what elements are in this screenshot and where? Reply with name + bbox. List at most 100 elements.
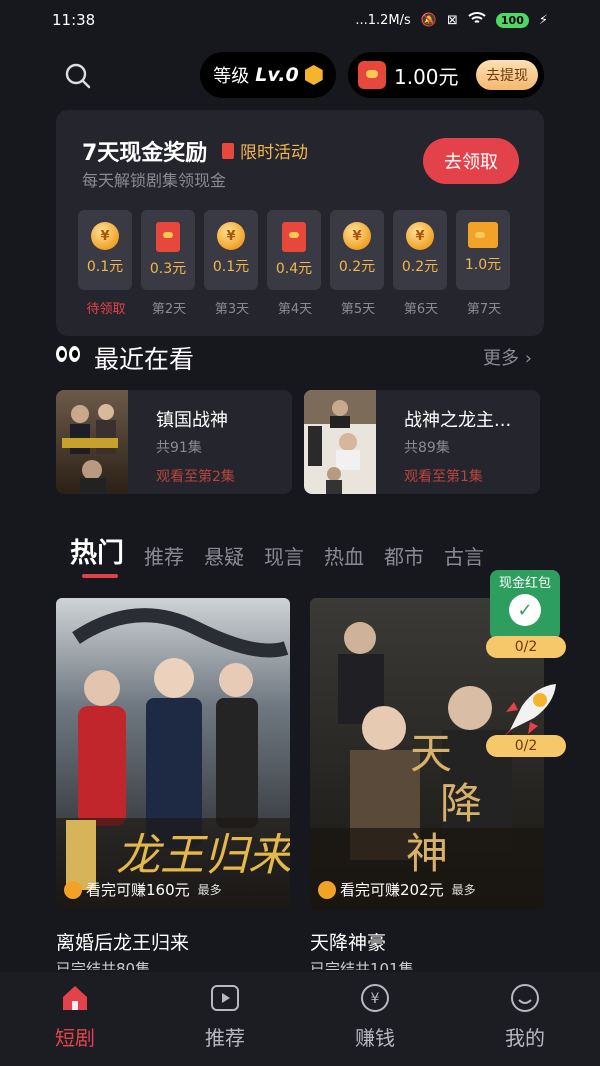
withdraw-button[interactable]: 去提现 bbox=[476, 60, 538, 90]
reward-day-5[interactable]: ¥0.2元 第5天 bbox=[330, 210, 386, 317]
bottom-nav: 短剧 推荐 ¥ 赚钱 我的 bbox=[0, 972, 600, 1066]
search-icon[interactable] bbox=[64, 62, 92, 90]
recent-item-progress: 观看至第1集 bbox=[404, 469, 483, 485]
claim-button[interactable]: 去领取 bbox=[423, 138, 519, 184]
coin-icon bbox=[318, 880, 336, 899]
video-card[interactable]: 龙王归来 看完可赚160元 最多 bbox=[56, 598, 290, 910]
cash-redpacket-label: 现金红包 bbox=[498, 576, 551, 591]
recent-item-name: 镇国战神 bbox=[156, 410, 228, 431]
coin-icon: ¥ bbox=[217, 222, 245, 250]
video-subtitle: 已完结共101集 bbox=[310, 960, 414, 970]
level-label: 等级 bbox=[213, 66, 250, 87]
reward-day-6[interactable]: ¥0.2元 第6天 bbox=[393, 210, 449, 317]
day-label: 第3天 bbox=[214, 302, 250, 317]
coin-icon: ¥ bbox=[406, 222, 434, 250]
day-label: 第7天 bbox=[466, 302, 502, 317]
video-title[interactable]: 天降神豪 bbox=[310, 928, 386, 955]
battery-indicator: 100 bbox=[495, 12, 529, 28]
nav-short-drama[interactable]: 短剧 bbox=[0, 972, 150, 1066]
earn-suffix: 最多 bbox=[197, 883, 222, 897]
status-bar: 11:38 ...1.2M/s 🔕 ⊠ 100 ⚡ bbox=[0, 0, 600, 40]
earn-suffix: 最多 bbox=[451, 883, 476, 897]
nav-label: 赚钱 bbox=[355, 1026, 395, 1050]
earn-badge: 看完可赚202元 最多 bbox=[318, 879, 476, 900]
red-envelope-icon bbox=[282, 222, 306, 252]
coin-icon: ¥ bbox=[91, 222, 119, 250]
day-amount: 0.3元 bbox=[149, 261, 187, 277]
video-title[interactable]: 离婚后龙王归来 bbox=[56, 928, 189, 955]
limited-tag: 限时活动 bbox=[222, 138, 308, 163]
day-label: 第5天 bbox=[340, 302, 376, 317]
earn-text: 看完可赚160元 bbox=[86, 881, 190, 899]
seven-day-reward-card: 7天现金奖励 限时活动 每天解锁剧集领现金 去领取 ¥0.1元 待领取 0.3元… bbox=[56, 110, 544, 336]
reward-day-1[interactable]: ¥0.1元 待领取 bbox=[78, 210, 134, 317]
gift-envelope-icon bbox=[468, 222, 498, 248]
sim-icon: ⊠ bbox=[446, 12, 458, 28]
reward-day-4[interactable]: 0.4元 第4天 bbox=[267, 210, 323, 317]
day-label: 第6天 bbox=[403, 302, 439, 317]
wechat-icon: ✓ bbox=[509, 594, 541, 626]
home-icon bbox=[63, 986, 87, 1010]
video-poster-image: 龙王归来 bbox=[56, 598, 290, 910]
coin-icon: ¥ bbox=[343, 222, 371, 250]
nav-label: 推荐 bbox=[205, 1026, 245, 1050]
day-label: 第4天 bbox=[277, 302, 313, 317]
red-envelope-icon bbox=[156, 222, 180, 252]
reward-days: ¥0.1元 待领取 0.3元 第2天 ¥0.1元 第3天 0.4元 第4天 ¥0… bbox=[78, 210, 528, 322]
cash-balance[interactable]: 1.00元 去提现 bbox=[348, 52, 544, 98]
reward-day-2[interactable]: 0.3元 第2天 bbox=[141, 210, 197, 317]
recent-item-name: 战神之龙主... bbox=[404, 410, 512, 431]
tab-modern-romance[interactable]: 现言 bbox=[264, 541, 304, 570]
tab-suspense[interactable]: 悬疑 bbox=[204, 541, 244, 570]
tab-urban[interactable]: 都市 bbox=[384, 541, 424, 570]
svg-text:天: 天 bbox=[410, 729, 452, 778]
reward-day-7[interactable]: 1.0元 第7天 bbox=[456, 210, 512, 317]
recent-item-episodes: 共89集 bbox=[404, 440, 450, 456]
video-subtitle: 已完结共80集 bbox=[56, 960, 151, 970]
rocket-progress: 0/2 bbox=[486, 735, 566, 757]
coin-icon bbox=[64, 880, 82, 899]
reward-title: 7天现金奖励 bbox=[82, 141, 208, 166]
reward-subtitle: 每天解锁剧集领现金 bbox=[82, 171, 227, 190]
svg-text:神: 神 bbox=[406, 829, 448, 878]
tab-action[interactable]: 热血 bbox=[324, 541, 364, 570]
day-amount: 0.2元 bbox=[401, 259, 439, 275]
nav-label: 短剧 bbox=[55, 1026, 95, 1050]
nav-recommend[interactable]: 推荐 bbox=[150, 972, 300, 1066]
charging-icon: ⚡ bbox=[538, 12, 548, 28]
recent-item[interactable]: 镇国战神 共91集 观看至第2集 bbox=[56, 390, 292, 494]
recent-item-progress: 观看至第2集 bbox=[156, 469, 235, 485]
svg-text:降: 降 bbox=[440, 779, 482, 828]
cash-redpacket-progress: 0/2 bbox=[486, 636, 566, 658]
yuan-icon: ¥ bbox=[361, 984, 389, 1012]
day-label: 待领取 bbox=[86, 302, 126, 317]
reward-day-3[interactable]: ¥0.1元 第3天 bbox=[204, 210, 260, 317]
cash-redpacket-widget[interactable]: 现金红包 ✓ bbox=[490, 570, 560, 640]
app-root: 11:38 ...1.2M/s 🔕 ⊠ 100 ⚡ 等级 Lv.0 1.00元 … bbox=[0, 0, 600, 1066]
tab-historical-romance[interactable]: 古言 bbox=[444, 541, 484, 570]
day-amount: 0.1元 bbox=[212, 259, 250, 275]
day-amount: 0.2元 bbox=[338, 259, 376, 275]
tab-recommend[interactable]: 推荐 bbox=[144, 541, 184, 570]
wifi-icon bbox=[468, 11, 486, 29]
svg-text:¥: ¥ bbox=[371, 991, 380, 1007]
nav-label: 我的 bbox=[505, 1026, 545, 1050]
play-icon bbox=[211, 985, 239, 1011]
nav-mine[interactable]: 我的 bbox=[450, 972, 600, 1066]
nav-earn[interactable]: ¥ 赚钱 bbox=[300, 972, 450, 1066]
level-hex-icon bbox=[304, 65, 323, 85]
recent-item[interactable]: 战神之龙主... 共89集 观看至第1集 bbox=[304, 390, 540, 494]
category-tabs: 热门 推荐 悬疑 现言 热血 都市 古言 bbox=[70, 530, 546, 570]
limited-label: 限时活动 bbox=[240, 143, 308, 163]
level-value: Lv.0 bbox=[255, 64, 299, 86]
tab-hot[interactable]: 热门 bbox=[70, 531, 124, 570]
red-envelope-icon bbox=[358, 61, 386, 89]
recent-item-episodes: 共91集 bbox=[156, 440, 202, 456]
eyes-icon bbox=[56, 346, 80, 362]
recent-cover-image bbox=[304, 390, 376, 494]
level-badge[interactable]: 等级 Lv.0 bbox=[200, 52, 336, 98]
active-tab-indicator bbox=[82, 574, 118, 578]
day-label: 第2天 bbox=[151, 302, 187, 317]
more-link[interactable]: 更多 › bbox=[483, 344, 532, 370]
recent-section-title: 最近在看 bbox=[94, 345, 195, 374]
